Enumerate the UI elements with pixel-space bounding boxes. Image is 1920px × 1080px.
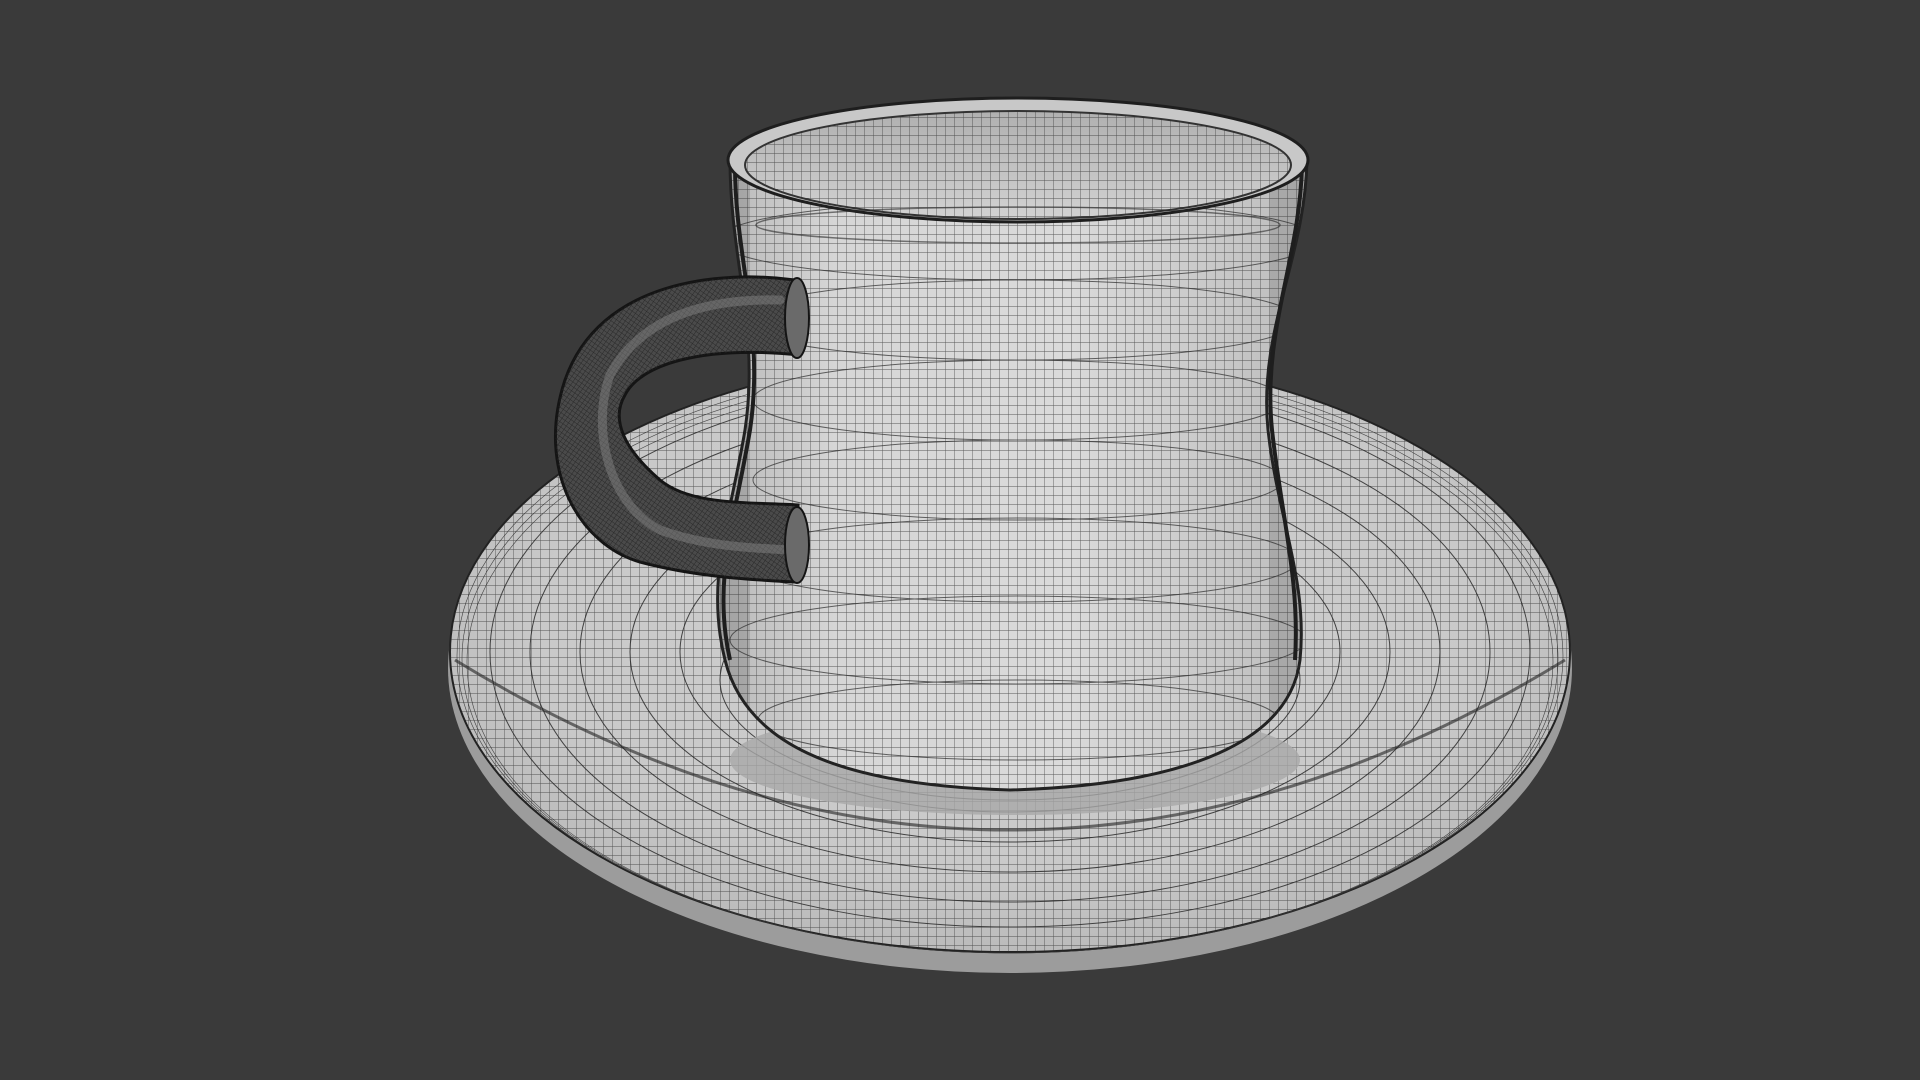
scene-canvas[interactable] [0, 0, 1920, 1080]
3d-viewport[interactable] [0, 0, 1920, 1080]
cup-mesh[interactable] [700, 120, 1320, 810]
